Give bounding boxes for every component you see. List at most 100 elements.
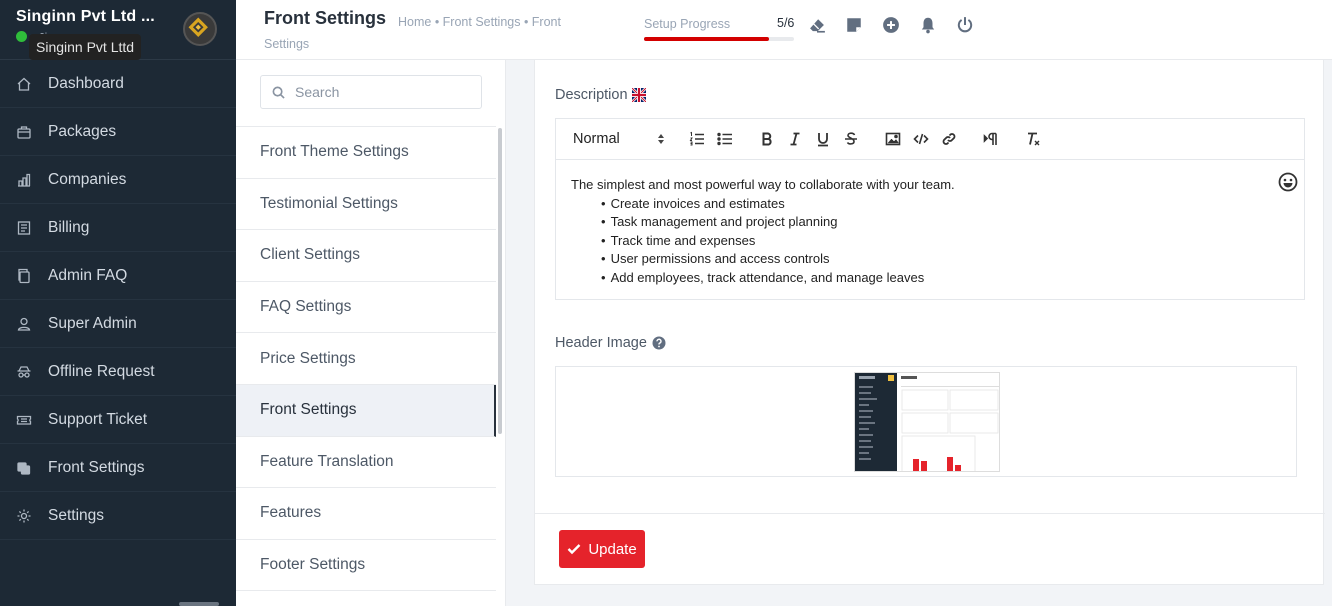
sidebar-item-label: Super Admin — [48, 314, 137, 332]
sidebar-item-label: Settings — [48, 506, 105, 524]
select-arrows-icon — [658, 134, 664, 144]
sidebar-item-support-ticket[interactable]: Support Ticket — [0, 396, 236, 444]
bold-icon[interactable] — [753, 127, 781, 151]
settings-item-client[interactable]: Client Settings — [236, 230, 496, 282]
settings-item-feature-translation[interactable]: Feature Translation — [236, 437, 496, 489]
sidebar-item-offline-request[interactable]: Offline Request — [0, 348, 236, 396]
clear-format-icon[interactable] — [1019, 127, 1047, 151]
editor-content[interactable]: The simplest and most powerful way to co… — [556, 160, 1304, 304]
sidebar-item-label: Admin FAQ — [48, 266, 128, 284]
sidebar-menu: Dashboard Packages Companies Billing Adm… — [0, 60, 236, 540]
bell-icon[interactable] — [919, 16, 937, 39]
ticket-icon — [0, 412, 52, 428]
editor-bullet: Create invoices and estimates — [601, 195, 1289, 214]
sidebar: Singinn Pvt Ltd ... Jisan Singinn Pvt Lt… — [0, 0, 236, 606]
settings-item-footer[interactable]: Footer Settings — [236, 540, 496, 592]
person-icon — [0, 316, 52, 332]
settings-item-front-theme[interactable]: Front Theme Settings — [236, 127, 496, 179]
sidebar-item-super-admin[interactable]: Super Admin — [0, 300, 236, 348]
search-icon — [272, 86, 285, 99]
editor-bullet: User permissions and access controls — [601, 250, 1289, 269]
settings-item-features[interactable]: Features — [236, 488, 496, 540]
gear-icon — [0, 508, 52, 524]
editor-bullet: Track time and expenses — [601, 232, 1289, 251]
company-name[interactable]: Singinn Pvt Ltd ... — [16, 8, 155, 26]
settings-item-price[interactable]: Price Settings — [236, 333, 496, 385]
format-select[interactable]: Normal — [573, 131, 665, 147]
sidebar-item-front-settings[interactable]: Front Settings — [0, 444, 236, 492]
sidebar-item-label: Front Settings — [48, 458, 145, 476]
sidebar-item-label: Billing — [48, 218, 90, 236]
company-logo[interactable] — [183, 12, 217, 46]
house-icon — [0, 76, 52, 92]
search-input[interactable] — [295, 84, 465, 100]
page-scrollbar-track[interactable] — [1326, 60, 1332, 606]
sticky-note-icon[interactable] — [845, 16, 863, 39]
strikethrough-icon[interactable] — [837, 127, 865, 151]
bag-icon — [0, 124, 52, 140]
bullet-list-icon[interactable] — [711, 127, 739, 151]
settings-item-front-settings[interactable]: Front Settings — [236, 384, 496, 437]
sidebar-item-settings[interactable]: Settings — [0, 492, 236, 540]
header-image-label-text: Header Image — [555, 335, 647, 351]
ordered-list-icon[interactable] — [683, 127, 711, 151]
link-icon[interactable] — [935, 127, 963, 151]
building-icon — [0, 172, 52, 188]
sidebar-item-admin-faq[interactable]: Admin FAQ — [0, 252, 236, 300]
setup-progress-fill — [644, 37, 769, 41]
settings-item-testimonial[interactable]: Testimonial Settings — [236, 179, 496, 231]
receipt-icon — [0, 220, 52, 236]
editor-intro-text: The simplest and most powerful way to co… — [571, 177, 955, 192]
sidebar-item-packages[interactable]: Packages — [0, 108, 236, 156]
code-icon[interactable] — [907, 127, 935, 151]
power-icon[interactable] — [956, 16, 974, 39]
setup-progress-bar[interactable] — [644, 37, 794, 41]
sidebar-item-dashboard[interactable]: Dashboard — [0, 60, 236, 108]
sidebar-item-label: Offline Request — [48, 362, 155, 380]
setup-progress-label[interactable]: Setup Progress — [644, 17, 730, 31]
editor-bullet-list: Create invoices and estimates Task manag… — [601, 195, 1289, 288]
sidebar-item-label: Companies — [48, 170, 127, 188]
format-select-value: Normal — [573, 131, 620, 147]
sidebar-scrollbar[interactable] — [179, 602, 219, 606]
uk-flag-icon — [631, 88, 646, 102]
company-tooltip: Singinn Pvt Lttd — [29, 34, 142, 60]
eraser-icon[interactable] — [808, 16, 826, 39]
check-icon — [567, 544, 581, 555]
description-label: Description — [555, 87, 646, 103]
sidebar-item-label: Support Ticket — [48, 410, 148, 428]
plus-circle-icon[interactable] — [882, 16, 900, 39]
page-title: Front Settings — [264, 8, 386, 28]
description-label-text: Description — [555, 87, 628, 103]
brand[interactable]: Singinn Pvt Ltd ... Jisan Singinn Pvt Lt… — [0, 0, 236, 60]
image-icon[interactable] — [879, 127, 907, 151]
help-icon[interactable] — [652, 336, 666, 350]
settings-scrollbar[interactable] — [498, 128, 502, 434]
sidebar-item-label: Packages — [48, 122, 117, 140]
update-button[interactable]: Update — [559, 530, 645, 568]
setup-progress-count: 5/6 — [777, 16, 795, 30]
header-actions — [808, 16, 974, 39]
copy-icon — [0, 268, 52, 284]
sidebar-item-companies[interactable]: Companies — [0, 156, 236, 204]
settings-menu-list: Front Theme Settings Testimonial Setting… — [236, 126, 496, 592]
layers-icon — [0, 460, 52, 476]
header-image-preview — [854, 372, 1000, 472]
sidebar-item-label: Dashboard — [48, 74, 124, 92]
front-settings-form: Description Normal The simplest and most… — [534, 60, 1325, 585]
sidebar-item-billing[interactable]: Billing — [0, 204, 236, 252]
description-editor[interactable]: Normal The simplest and most powerful wa… — [555, 118, 1305, 300]
editor-toolbar: Normal — [556, 119, 1304, 160]
header-image-label: Header Image — [555, 335, 666, 351]
settings-item-faq[interactable]: FAQ Settings — [236, 282, 496, 334]
editor-bullet: Add employees, track attendance, and man… — [601, 269, 1289, 288]
settings-menu: Front Theme Settings Testimonial Setting… — [236, 60, 506, 606]
underline-icon[interactable] — [809, 127, 837, 151]
text-direction-icon[interactable] — [977, 127, 1005, 151]
online-status-dot — [16, 31, 27, 42]
header-image-dropzone[interactable] — [555, 366, 1297, 477]
italic-icon[interactable] — [781, 127, 809, 151]
incognito-icon — [0, 364, 52, 380]
emoji-icon[interactable] — [1278, 172, 1298, 192]
settings-search[interactable] — [260, 75, 482, 109]
